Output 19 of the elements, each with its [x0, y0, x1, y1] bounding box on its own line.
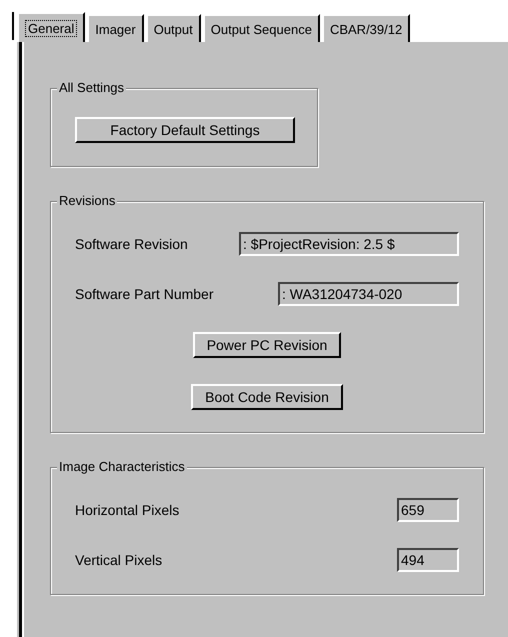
field-label: Horizontal Pixels: [75, 502, 180, 518]
tab[interactable]: CBAR/39/12: [322, 14, 410, 42]
tab[interactable]: General: [17, 12, 86, 42]
field-label: Software Part Number: [75, 286, 214, 302]
text-field[interactable]: 659: [397, 498, 459, 522]
push-button[interactable]: Factory Default Settings: [75, 117, 295, 143]
text-field[interactable]: : WA31204734-020: [278, 282, 459, 306]
field-label: Vertical Pixels: [75, 552, 162, 568]
push-button[interactable]: Power PC Revision: [192, 332, 342, 358]
group-title: All Settings: [57, 80, 126, 95]
tab[interactable]: Imager: [87, 14, 144, 42]
tab[interactable]: Output: [146, 14, 201, 42]
text-field[interactable]: 494: [397, 548, 459, 572]
field-label: Software Revision: [75, 236, 188, 252]
group-title: Revisions: [57, 193, 118, 208]
text-field[interactable]: : $ProjectRevision: 2.5 $: [239, 232, 459, 256]
push-button[interactable]: Boot Code Revision: [191, 384, 343, 410]
tab[interactable]: Output Sequence: [202, 14, 320, 42]
group-title: Image Characteristics: [57, 459, 187, 474]
